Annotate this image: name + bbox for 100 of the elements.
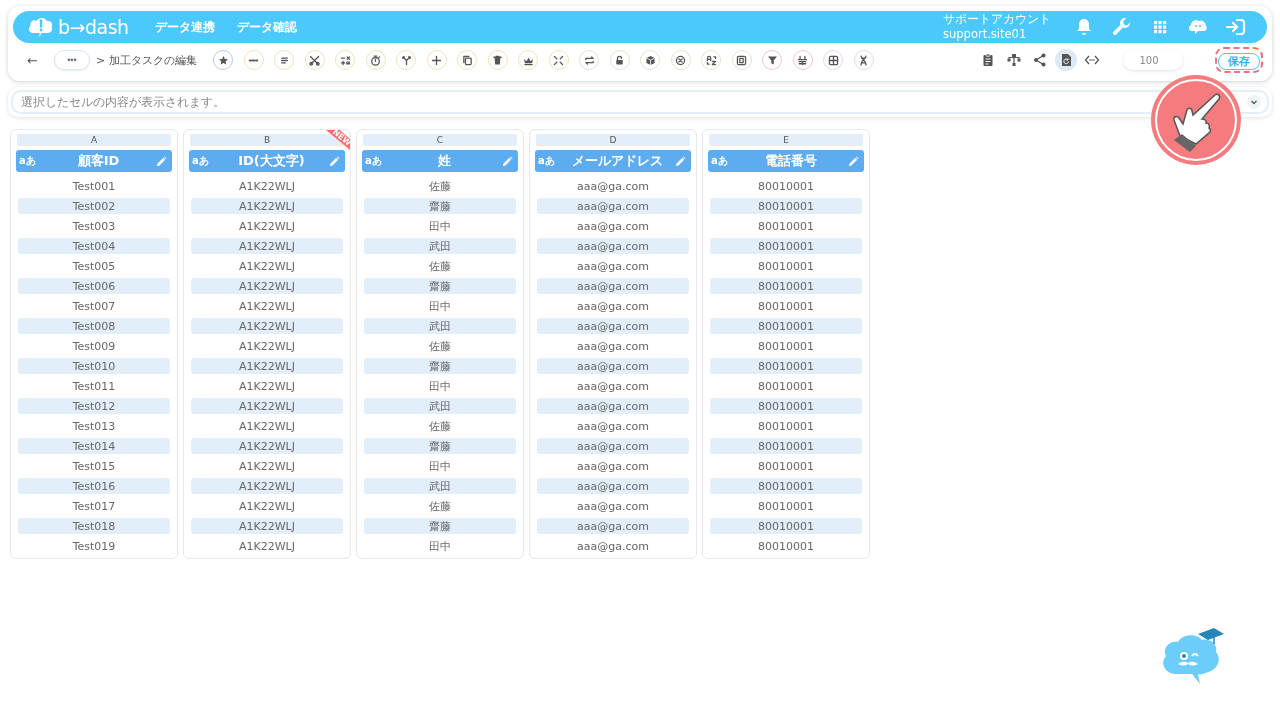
column-header[interactable]: aあ 電話番号 bbox=[708, 150, 864, 172]
column-header[interactable]: aあ メールアドレス bbox=[535, 150, 691, 172]
column-header[interactable]: aあ ID(大文字) bbox=[189, 150, 345, 172]
table-cell-text: 田中 bbox=[428, 218, 452, 234]
table-cell: 齋藤 bbox=[364, 518, 516, 534]
refresh-view-button[interactable] bbox=[1055, 49, 1077, 71]
cell-content-field[interactable]: 選択したセルの内容が表示されます。 bbox=[11, 90, 1269, 114]
table-cell-text: Test017 bbox=[71, 498, 117, 514]
table-cell: A1K22WLJ bbox=[191, 198, 343, 214]
table-cell: 齋藤 bbox=[364, 438, 516, 454]
plus-tool-button[interactable] bbox=[426, 50, 447, 70]
table-cell: 80010001 bbox=[710, 358, 862, 374]
table-tool-button[interactable] bbox=[823, 50, 844, 70]
table-cell-text: A1K22WLJ bbox=[238, 498, 296, 514]
split-tool-button[interactable] bbox=[792, 50, 813, 70]
table-cell: 武田 bbox=[364, 318, 516, 334]
copy-tool-button[interactable] bbox=[457, 50, 478, 70]
table-cell: 80010001 bbox=[710, 438, 862, 454]
table-cell: A1K22WLJ bbox=[191, 358, 343, 374]
table-cell-text: A1K22WLJ bbox=[238, 258, 296, 274]
column-header[interactable]: aあ 顧客ID bbox=[16, 150, 172, 172]
table-cell-text: aaa@ga.com bbox=[576, 418, 650, 434]
save-button[interactable]: 保存 bbox=[1218, 53, 1260, 70]
table-cell: 80010001 bbox=[710, 398, 862, 414]
table-cell-text: Test013 bbox=[71, 418, 117, 434]
shrink-tool-button[interactable] bbox=[548, 50, 569, 70]
table-cell-text: Test011 bbox=[71, 378, 117, 394]
box-tool-button[interactable] bbox=[640, 50, 661, 70]
filter-tool-button[interactable] bbox=[762, 50, 783, 70]
table-cell-text: A1K22WLJ bbox=[238, 338, 296, 354]
cancel-tool-button[interactable] bbox=[670, 50, 691, 70]
fork-icon bbox=[399, 53, 413, 67]
table-cell: 齋藤 bbox=[364, 358, 516, 374]
chevron-down-icon[interactable] bbox=[1247, 95, 1261, 109]
calc-icon bbox=[338, 53, 352, 67]
table-cell-text: 田中 bbox=[428, 298, 452, 314]
table-cell: aaa@ga.com bbox=[537, 438, 689, 454]
table-cell-text: 80010001 bbox=[757, 378, 815, 394]
table-cell: Test006 bbox=[18, 278, 170, 294]
fork-tool-button[interactable] bbox=[396, 50, 417, 70]
page-title: 加工タスクの編集 bbox=[109, 52, 198, 68]
table-cell-text: 80010001 bbox=[757, 298, 815, 314]
shrink-icon bbox=[552, 53, 566, 67]
table-cell-text: aaa@ga.com bbox=[576, 258, 650, 274]
table-cell: 80010001 bbox=[710, 318, 862, 334]
column-title: 顧客ID bbox=[76, 152, 121, 170]
column-title: メールアドレス bbox=[571, 152, 664, 170]
zoom-field[interactable]: 100 bbox=[1123, 50, 1183, 70]
table-cell: aaa@ga.com bbox=[537, 478, 689, 494]
cell-content-input[interactable]: 選択したセルの内容が表示されます。 bbox=[19, 94, 1247, 110]
back-button[interactable]: ← bbox=[27, 52, 38, 68]
table-icon bbox=[826, 53, 840, 67]
az-icon bbox=[704, 53, 718, 67]
table-cell: 武田 bbox=[364, 398, 516, 414]
nav-link[interactable]: データ確認 bbox=[236, 18, 297, 36]
table-cell-text: 80010001 bbox=[757, 258, 815, 274]
az-tool-button[interactable] bbox=[701, 50, 722, 70]
table-cell: A1K22WLJ bbox=[191, 438, 343, 454]
column-letter: A bbox=[17, 134, 171, 146]
lock-tool-button[interactable] bbox=[609, 50, 630, 70]
trash-tool-button[interactable] bbox=[487, 50, 508, 70]
table-cell: aaa@ga.com bbox=[537, 398, 689, 414]
repeat-tool-button[interactable] bbox=[579, 50, 600, 70]
tree-icon bbox=[1006, 52, 1022, 68]
table-cell-text: 80010001 bbox=[757, 498, 815, 514]
lines-tool-button[interactable] bbox=[274, 50, 295, 70]
nav-link[interactable]: データ連携 bbox=[154, 18, 215, 36]
breadcrumb-more-button[interactable]: ••• bbox=[53, 50, 90, 70]
star-tool-button[interactable] bbox=[213, 50, 234, 70]
scissors-tool-button[interactable] bbox=[304, 50, 325, 70]
table-cell: Test014 bbox=[18, 438, 170, 454]
table-cell: Test018 bbox=[18, 518, 170, 534]
text-type-label: aあ bbox=[538, 154, 556, 168]
table-cell: Test002 bbox=[18, 198, 170, 214]
table-cell-text: A1K22WLJ bbox=[238, 298, 296, 314]
breadcrumb-separator: > bbox=[95, 53, 106, 67]
timer-tool-button[interactable] bbox=[365, 50, 386, 70]
column-letter: D bbox=[536, 134, 690, 146]
table-cell-text: 80010001 bbox=[757, 218, 815, 234]
table-cell: 齋藤 bbox=[364, 278, 516, 294]
column-header[interactable]: aあ 姓 bbox=[362, 150, 518, 172]
calc-tool-button[interactable] bbox=[335, 50, 356, 70]
dna-tool-button[interactable] bbox=[853, 50, 874, 70]
table-cell-text: 佐藤 bbox=[428, 178, 452, 194]
box-icon bbox=[643, 53, 657, 67]
table-cell-text: A1K22WLJ bbox=[238, 378, 296, 394]
column-letter: C bbox=[363, 134, 517, 146]
table-cell-text: Test009 bbox=[71, 338, 117, 354]
table-cell: aaa@ga.com bbox=[537, 318, 689, 334]
crown-tool-button[interactable] bbox=[518, 50, 539, 70]
text-type-label: aあ bbox=[711, 154, 729, 168]
table-cell-text: aaa@ga.com bbox=[576, 178, 650, 194]
table-cell-text: A1K22WLJ bbox=[238, 178, 296, 194]
repeat-icon bbox=[582, 53, 596, 67]
table-cell: Test004 bbox=[18, 238, 170, 254]
table-cell: Test008 bbox=[18, 318, 170, 334]
table-cell-text: 80010001 bbox=[757, 418, 815, 434]
dots-tool-button[interactable] bbox=[243, 50, 264, 70]
bracket-tool-button[interactable] bbox=[731, 50, 752, 70]
table-cell-text: 佐藤 bbox=[428, 498, 452, 514]
